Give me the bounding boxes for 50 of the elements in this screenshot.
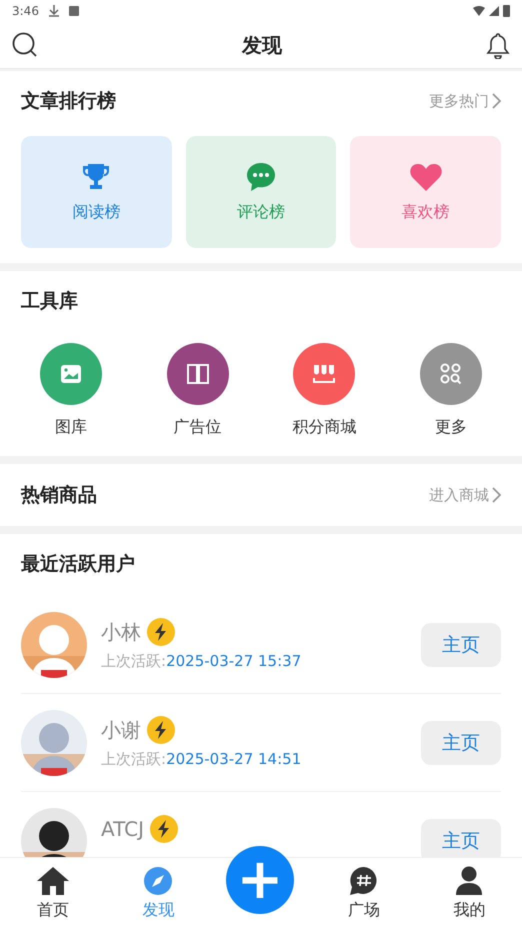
profile-button[interactable]: 主页 bbox=[421, 720, 501, 764]
lightning-badge-icon bbox=[150, 814, 178, 842]
user-name: ATCJ bbox=[101, 816, 144, 840]
ranking-card[interactable]: 评论榜 bbox=[186, 136, 336, 248]
ranking-card[interactable]: 喜欢榜 bbox=[350, 136, 502, 248]
battery-icon bbox=[503, 5, 510, 17]
profile-button[interactable]: 主页 bbox=[421, 622, 501, 666]
wifi-icon bbox=[473, 6, 485, 16]
ranking-card[interactable]: 阅读榜 bbox=[21, 136, 172, 248]
page-title: 发现 bbox=[242, 32, 282, 58]
status-time: 3:46 bbox=[12, 4, 39, 18]
home-icon bbox=[36, 866, 70, 896]
more-link[interactable]: 更多热门 bbox=[429, 92, 501, 110]
shop-icon bbox=[312, 363, 336, 385]
chevron-icon bbox=[491, 487, 501, 503]
nav-tab[interactable]: 广场 bbox=[311, 866, 416, 920]
heart-icon bbox=[408, 162, 443, 192]
user-name: 小谢 bbox=[101, 716, 141, 744]
app-notification-icon bbox=[68, 6, 79, 16]
chevron-icon bbox=[491, 93, 501, 109]
last-active-text: 上次活跃:2025-03-27 15:37 bbox=[101, 652, 302, 671]
add-button[interactable]: + bbox=[226, 846, 294, 914]
section-title: 热销商品 bbox=[21, 483, 97, 508]
more-link[interactable]: 进入商城 bbox=[429, 486, 501, 504]
hashtag-chat-icon bbox=[348, 866, 379, 896]
section-title: 文章排行榜 bbox=[21, 89, 116, 114]
tool-label: 更多 bbox=[434, 417, 467, 438]
download-icon bbox=[48, 5, 59, 17]
book-icon bbox=[186, 363, 210, 385]
search-icon[interactable] bbox=[12, 32, 38, 58]
image-icon bbox=[60, 364, 82, 384]
nav-tab[interactable]: 发现 bbox=[106, 866, 211, 920]
last-active-text: 上次活跃:2025-03-27 14:51 bbox=[101, 750, 302, 769]
lightning-badge-icon bbox=[147, 618, 175, 646]
nav-tab[interactable]: 首页 bbox=[0, 866, 106, 920]
nav-tab[interactable]: 我的 bbox=[416, 866, 522, 920]
tool-label: 积分商城 bbox=[292, 417, 356, 438]
signal-icon bbox=[489, 6, 499, 16]
profile-button[interactable]: 主页 bbox=[421, 818, 501, 857]
user-name: 小林 bbox=[101, 618, 141, 646]
tool-label: 图库 bbox=[55, 417, 87, 438]
chat-icon bbox=[245, 162, 277, 192]
section-title: 工具库 bbox=[21, 289, 78, 314]
lightning-badge-icon bbox=[147, 716, 175, 744]
section-title: 最近活跃用户 bbox=[21, 552, 135, 577]
tool-label: 广告位 bbox=[174, 417, 222, 438]
apps-icon bbox=[440, 363, 462, 385]
person-icon bbox=[455, 866, 484, 896]
bell-icon[interactable] bbox=[486, 32, 510, 58]
compass-icon bbox=[143, 866, 174, 896]
